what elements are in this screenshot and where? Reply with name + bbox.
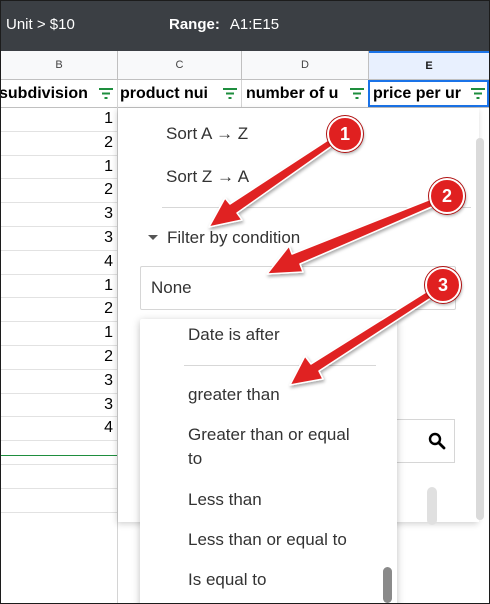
grid-cell[interactable]	[1, 489, 121, 513]
grid-cell[interactable]: 1	[1, 275, 121, 299]
cell-value: 2	[104, 133, 113, 151]
condition-select[interactable]: None	[140, 266, 456, 310]
condition-dropdown: Date is after greater than Greater than …	[140, 319, 437, 603]
filtered-range-border	[1, 455, 121, 456]
callout-badge-1: 1	[327, 116, 363, 152]
column-e-header[interactable]: E	[369, 51, 489, 79]
header-row: subdivision product nui number of u pric…	[1, 80, 489, 108]
cell-value: 2	[104, 347, 113, 365]
grid-cell[interactable]: 2	[1, 179, 121, 204]
header-cell-text: subdivision	[1, 85, 88, 102]
filter-icon[interactable]	[471, 88, 485, 99]
header-cell-subdivision[interactable]: subdivision	[1, 80, 118, 107]
sort-z-to-a-option[interactable]: Sort Z → A	[166, 167, 249, 187]
grid-cell[interactable]	[1, 465, 121, 489]
grid-cell[interactable]: 2	[1, 132, 121, 156]
caret-down-icon	[148, 235, 158, 240]
column-c-header[interactable]: C	[118, 51, 242, 79]
cell-value: 3	[104, 395, 113, 413]
menu-scrollbar-thumb[interactable]	[476, 138, 484, 520]
range-value: A1:E15	[229, 16, 280, 33]
column-headers: B C D E	[1, 51, 489, 80]
dropdown-scrollbar-thumb[interactable]	[383, 567, 392, 603]
cell-value: 4	[104, 419, 113, 437]
filter-summary: Unit > $10	[6, 16, 75, 33]
option-less-than[interactable]: Less than	[188, 488, 262, 512]
option-date-is-after[interactable]: Date is after	[188, 323, 280, 347]
cell-value: 2	[104, 300, 113, 318]
grid-cell[interactable]: 3	[1, 227, 121, 251]
cell-value: 1	[104, 276, 113, 294]
sort-a-to-z-option[interactable]: Sort A → Z	[166, 124, 248, 144]
option-greater-than[interactable]: greater than	[188, 383, 280, 407]
grid-cell[interactable]: 3	[1, 370, 121, 394]
condition-select-value: None	[151, 278, 192, 297]
grid-cell[interactable]: 3	[1, 203, 121, 227]
grid-cell[interactable]: 2	[1, 298, 121, 323]
option-is-equal-to[interactable]: Is equal to	[188, 568, 266, 592]
column-b-header[interactable]: B	[1, 51, 118, 79]
cell-value: 1	[104, 157, 113, 175]
grid-cell[interactable]: 2	[1, 346, 121, 370]
cell-value: 4	[104, 252, 113, 270]
dropdown-divider	[184, 365, 376, 366]
column-d-header[interactable]: D	[242, 51, 369, 79]
grid-cell[interactable]: 4	[1, 417, 121, 442]
header-cell-number-of-units[interactable]: number of u	[242, 80, 369, 107]
range-display: Range: A1:E15	[169, 16, 279, 33]
option-greater-than-or-equal-to[interactable]: Greater than or equal to	[188, 423, 368, 471]
search-icon[interactable]	[428, 432, 446, 450]
top-bar: Unit > $10 Range: A1:E15	[1, 1, 489, 51]
filter-icon[interactable]	[223, 88, 237, 99]
filter-by-condition-label: Filter by condition	[167, 228, 301, 247]
column-b-cells: 1 2 1 2 3 3 4 1 2 1 2 3 3 4	[1, 108, 121, 513]
callout-badge-2: 2	[429, 178, 465, 214]
cell-value: 3	[104, 228, 113, 246]
grid-cell[interactable]	[1, 441, 121, 465]
header-cell-text: product nui	[120, 85, 208, 102]
grid-cell[interactable]: 1	[1, 322, 121, 346]
cell-value: 1	[104, 324, 113, 342]
menu-divider	[162, 207, 471, 208]
cell-value: 1	[104, 110, 113, 127]
filter-icon[interactable]	[350, 88, 364, 99]
filter-icon[interactable]	[99, 88, 113, 99]
grid-cell[interactable]: 1	[1, 108, 121, 132]
grid-cell[interactable]: 4	[1, 251, 121, 275]
header-cell-text: number of u	[246, 85, 339, 102]
grid-cell[interactable]: 3	[1, 394, 121, 418]
header-cell-text: price per ur	[373, 85, 462, 102]
cell-value: 3	[104, 205, 113, 223]
range-label: Range:	[169, 16, 220, 33]
header-cell-price-per-unit[interactable]: price per ur	[368, 80, 489, 107]
cell-value: 2	[104, 181, 113, 199]
filter-by-condition-toggle[interactable]: Filter by condition	[148, 228, 300, 248]
callout-badge-3: 3	[425, 267, 461, 303]
cell-value: 3	[104, 371, 113, 389]
header-cell-product-number[interactable]: product nui	[118, 80, 242, 107]
screenshot-frame: Unit > $10 Range: A1:E15 B C D E subdivis…	[0, 0, 490, 604]
option-less-than-or-equal-to[interactable]: Less than or equal to	[188, 528, 347, 552]
dropdown-scroll-track[interactable]	[427, 487, 437, 525]
menu-scrollbar[interactable]	[476, 138, 484, 520]
grid-cell[interactable]: 1	[1, 156, 121, 180]
